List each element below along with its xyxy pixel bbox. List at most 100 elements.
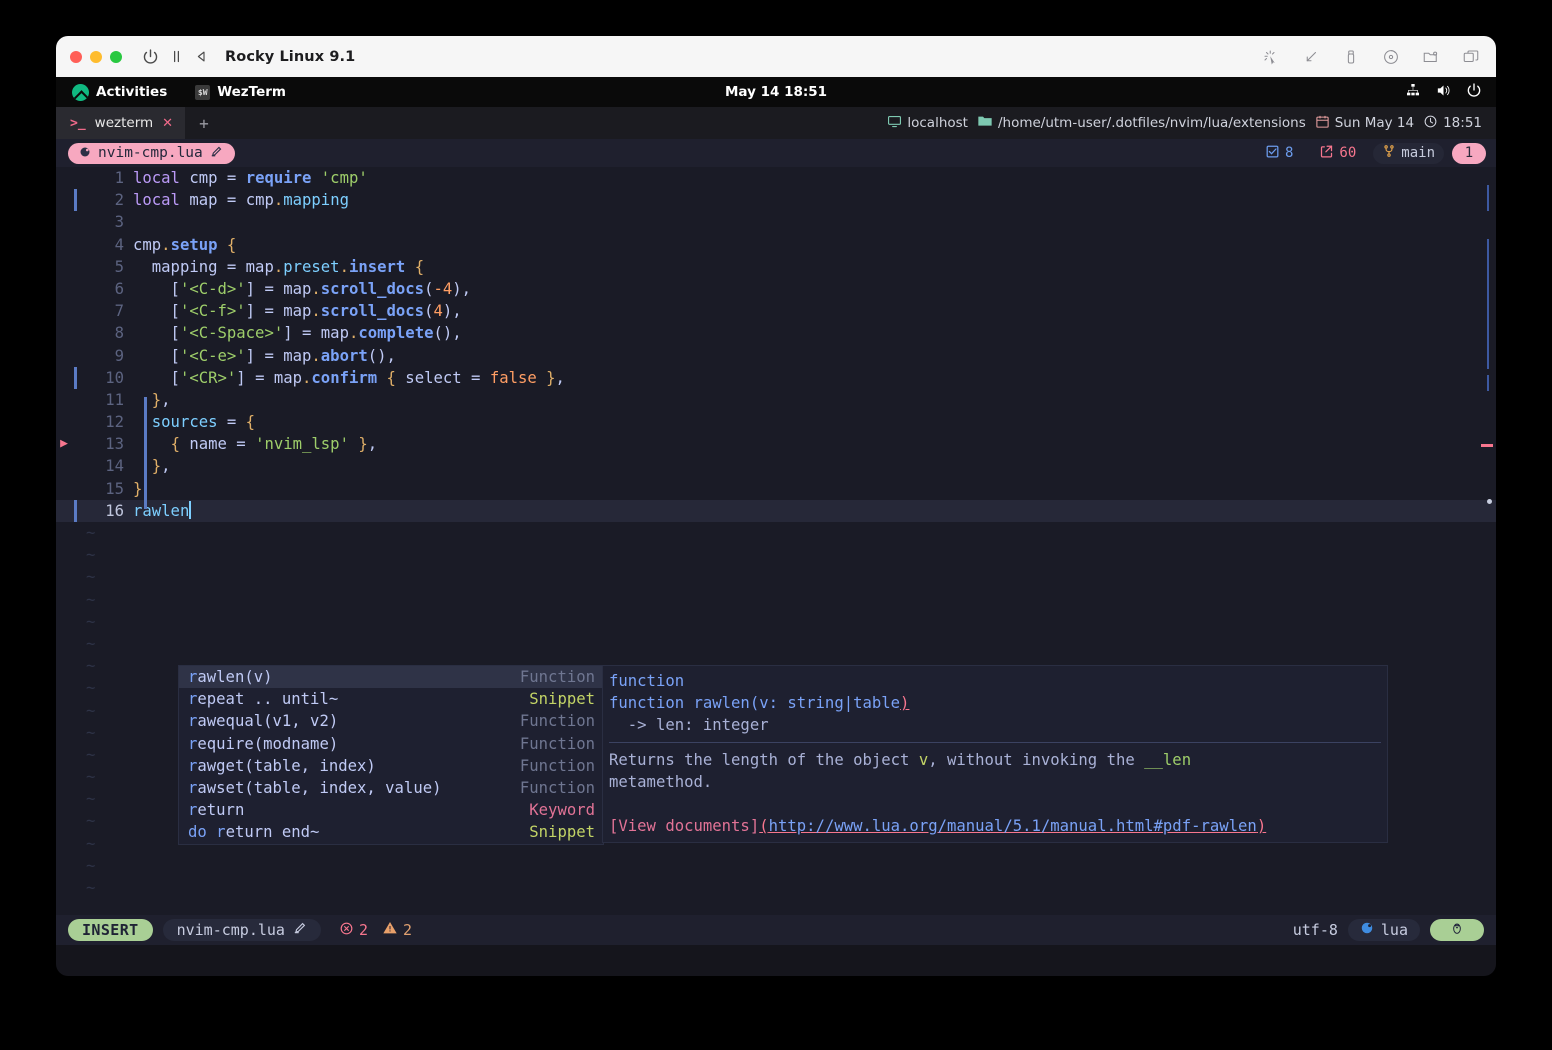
completion-item[interactable]: rawset(table, index, value) Function — [179, 777, 603, 799]
completion-item-label: rawequal(v1, v2) — [188, 712, 339, 731]
line-text: rawlen — [133, 500, 192, 520]
doc-body-pre: Returns the length of the object — [609, 750, 919, 769]
line-text: }, — [151, 457, 171, 476]
neovim-window: nvim-cmp.lua 8 60 main 1 1 local cmp = r… — [56, 139, 1496, 945]
network-icon — [1405, 82, 1421, 102]
pause-icon[interactable] — [169, 49, 184, 64]
completion-item[interactable]: do return end~ Snippet — [179, 821, 603, 843]
doc-link-label: [View documents] — [609, 817, 760, 836]
new-tab-button[interactable]: + — [185, 114, 223, 133]
code-line[interactable]: 6 ['<C-d>'] = map.scroll_docs(-4), — [56, 278, 1496, 300]
completion-item[interactable]: rawlen(v) Function — [179, 666, 603, 689]
close-window-button[interactable] — [70, 50, 82, 63]
doc-line-2: function rawlen(v: string|table — [609, 694, 901, 713]
completion-item-kind: Function — [519, 778, 595, 797]
line-number: 12 — [105, 413, 124, 432]
code-line[interactable]: 7 ['<C-f>'] = map.scroll_docs(4), — [56, 300, 1496, 322]
empty-line: ~ — [86, 590, 96, 609]
completion-popup[interactable]: rawlen(v) Function repeat .. until~ Snippet… — [178, 665, 604, 845]
disc-icon[interactable] — [1382, 48, 1400, 66]
completion-item[interactable]: rawget(table, index) Function — [179, 755, 603, 777]
line-text: }, — [151, 390, 171, 409]
code-line[interactable]: 11 }, — [56, 389, 1496, 411]
completion-item-label: do return end~ — [188, 823, 320, 842]
git-branch-indicator[interactable]: main — [1373, 142, 1444, 164]
cursor-capture-icon[interactable] — [1262, 48, 1280, 66]
indent-guide — [144, 397, 147, 509]
doc-link-open: ( — [759, 817, 769, 836]
completion-item[interactable]: rawequal(v1, v2) Function — [179, 710, 603, 732]
window-controls[interactable] — [70, 50, 122, 63]
windows-icon[interactable] — [1462, 48, 1480, 66]
wezterm-tab-title: wezterm — [94, 115, 154, 131]
doc-line-3: -> len: integer — [609, 716, 769, 735]
maximize-window-button[interactable] — [110, 50, 122, 63]
filetype-indicator[interactable]: lua — [1347, 919, 1420, 941]
completion-item[interactable]: repeat .. until~ Snippet — [179, 688, 603, 710]
code-line[interactable]: 14 }, — [56, 455, 1496, 477]
completion-item[interactable]: return Keyword — [179, 799, 603, 821]
gnome-system-tray[interactable] — [1405, 82, 1482, 103]
code-line[interactable]: 10 ['<CR>'] = map.confirm { select = fal… — [56, 366, 1496, 389]
shared-folder-icon[interactable] — [1422, 48, 1440, 66]
path-label: /home/utm-user/.dotfiles/nvim/lua/extens… — [997, 115, 1306, 131]
minimize-window-button[interactable] — [90, 50, 102, 63]
code-line[interactable]: 3 — [56, 211, 1496, 233]
linux-penguin-icon — [1449, 920, 1465, 940]
code-line[interactable]: 1 local cmp = require 'cmp' — [56, 167, 1496, 189]
doc-body-param: v — [918, 750, 929, 769]
diagnostics-indicator[interactable]: 8 — [1256, 143, 1302, 164]
rewind-icon[interactable] — [194, 49, 209, 64]
line-number: 7 — [114, 302, 124, 321]
statusline-diagnostics[interactable]: 2 2 — [339, 920, 412, 940]
status-time: 18:51 — [1423, 114, 1482, 133]
mode-indicator: INSERT — [68, 919, 153, 941]
completion-item[interactable]: require(modname) Function — [179, 733, 603, 755]
usb-icon[interactable] — [1342, 48, 1360, 66]
line-number: 4 — [114, 235, 124, 254]
window-title: Rocky Linux 9.1 — [225, 48, 356, 65]
completion-item-label: rawset(table, index, value) — [188, 778, 442, 797]
gnome-clock[interactable]: May 14 18:51 — [56, 84, 1496, 100]
code-line[interactable]: 15} — [56, 478, 1496, 500]
line-number: 2 — [114, 191, 124, 210]
code-line[interactable]: 8 ['<C-Space>'] = map.complete(), — [56, 322, 1496, 344]
ruler-error-mark — [1481, 444, 1493, 447]
doc-line-1: function — [609, 672, 685, 690]
buffer-tab-nvim-cmp[interactable]: nvim-cmp.lua — [68, 142, 235, 164]
error-count: 2 — [358, 921, 368, 939]
resize-icon[interactable] — [1302, 48, 1320, 66]
empty-line: ~ — [86, 856, 96, 875]
filetype-label: lua — [1380, 921, 1408, 939]
completion-item-label: return — [188, 801, 245, 820]
code-line[interactable]: 5 mapping = map.preset.insert { — [56, 256, 1496, 278]
completion-item-kind: Snippet — [529, 823, 595, 842]
overview-ruler[interactable] — [1480, 167, 1496, 945]
code-line[interactable]: 12 sources = { — [56, 411, 1496, 433]
code-line[interactable]: 16 rawlen — [56, 499, 1496, 522]
code-line[interactable]: 4 cmp.setup { — [56, 234, 1496, 256]
line-number: 3 — [114, 213, 124, 232]
completion-item-kind: Keyword — [529, 801, 595, 820]
calendar-icon — [1315, 114, 1330, 133]
line-number: 1 — [114, 169, 124, 187]
pencil-icon — [293, 921, 307, 939]
utm-toolbar — [1262, 36, 1480, 77]
line-text: ['<C-e>'] = map.abort(), — [133, 346, 396, 365]
changes-indicator[interactable]: 60 — [1310, 143, 1365, 164]
power-icon[interactable] — [142, 48, 159, 65]
status-date: Sun May 14 — [1315, 114, 1414, 133]
statusline-file[interactable]: nvim-cmp.lua — [162, 919, 321, 941]
bufferline: nvim-cmp.lua 8 60 main 1 — [56, 139, 1496, 167]
doc-link-url[interactable]: http://www.lua.org/manual/5.1/manual.htm… — [769, 817, 1257, 835]
os-indicator[interactable] — [1430, 919, 1484, 941]
lua-icon — [1360, 921, 1374, 939]
close-tab-button[interactable]: ✕ — [162, 116, 173, 131]
wezterm-tab[interactable]: >_ wezterm ✕ — [56, 107, 186, 139]
line-number: 6 — [114, 279, 124, 298]
code-line[interactable]: 9 ['<C-e>'] = map.abort(), — [56, 345, 1496, 367]
code-line[interactable]: 2 local map = cmp.mapping — [56, 189, 1496, 212]
volume-icon — [1435, 82, 1452, 103]
doc-line-2-paren: ) — [900, 694, 910, 713]
code-line[interactable]: ▶ 13 { name = 'nvim_lsp' }, — [56, 433, 1496, 455]
